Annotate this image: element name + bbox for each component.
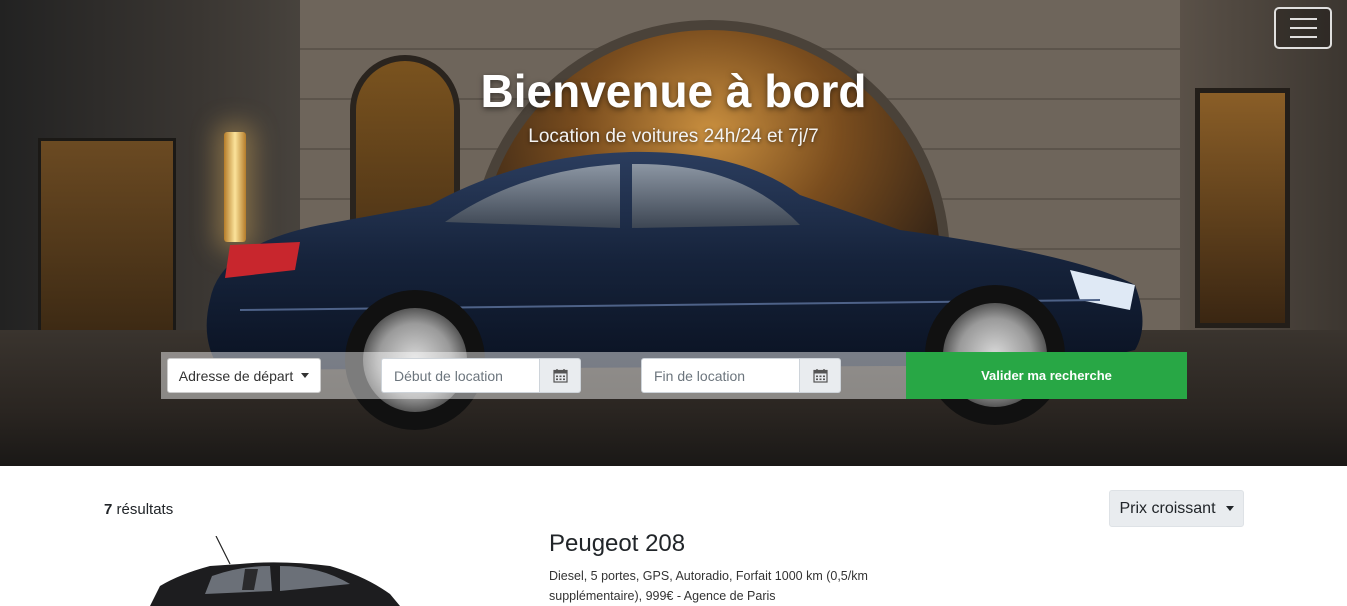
calendar-icon-glyph <box>812 369 828 383</box>
car-title[interactable]: Peugeot 208 <box>549 530 685 558</box>
hero-banner: Bienvenue à bord Location de voitures 24… <box>0 0 1347 466</box>
start-date-group <box>381 358 581 393</box>
menu-icon[interactable] <box>1274 7 1332 49</box>
submit-search-button[interactable]: Valider ma recherche <box>906 352 1187 399</box>
calendar-icon[interactable] <box>540 358 581 393</box>
sort-dropdown-label: Prix croissant <box>1119 499 1216 517</box>
sort-dropdown[interactable]: Prix croissant <box>1109 490 1244 527</box>
start-date-input[interactable] <box>381 358 540 393</box>
departure-dropdown[interactable]: Adresse de départ <box>167 358 321 393</box>
search-bar: Adresse de départ Début de location Fin … <box>161 352 1187 399</box>
menu-icon-bar <box>1289 27 1317 29</box>
menu-icon-bar <box>1289 36 1317 38</box>
end-date-group <box>641 358 841 393</box>
calendar-icon-glyph <box>552 369 568 383</box>
hero-title: Bienvenue à bord <box>480 65 867 117</box>
caret-down-icon <box>301 373 310 378</box>
calendar-icon[interactable] <box>800 358 841 393</box>
end-date-input[interactable] <box>641 358 800 393</box>
car-thumbnail-image[interactable] <box>150 536 410 606</box>
results-count-label: résultats <box>116 501 174 518</box>
hero-subtitle: Location de voitures 24h/24 et 7j/7 <box>528 126 819 147</box>
results-count: 7 résultats <box>104 501 173 518</box>
menu-icon-bar <box>1289 18 1317 20</box>
caret-down-icon <box>1225 506 1234 511</box>
background-door-right <box>1195 88 1290 328</box>
results-count-number: 7 <box>104 501 113 518</box>
car-description: Diesel, 5 portes, GPS, Autoradio, Forfai… <box>549 569 868 603</box>
background-window <box>38 138 176 334</box>
results-section: 7 résultats Prix croissant Peugeot 208 D… <box>0 466 1347 606</box>
departure-dropdown-label: Adresse de départ <box>178 367 294 384</box>
